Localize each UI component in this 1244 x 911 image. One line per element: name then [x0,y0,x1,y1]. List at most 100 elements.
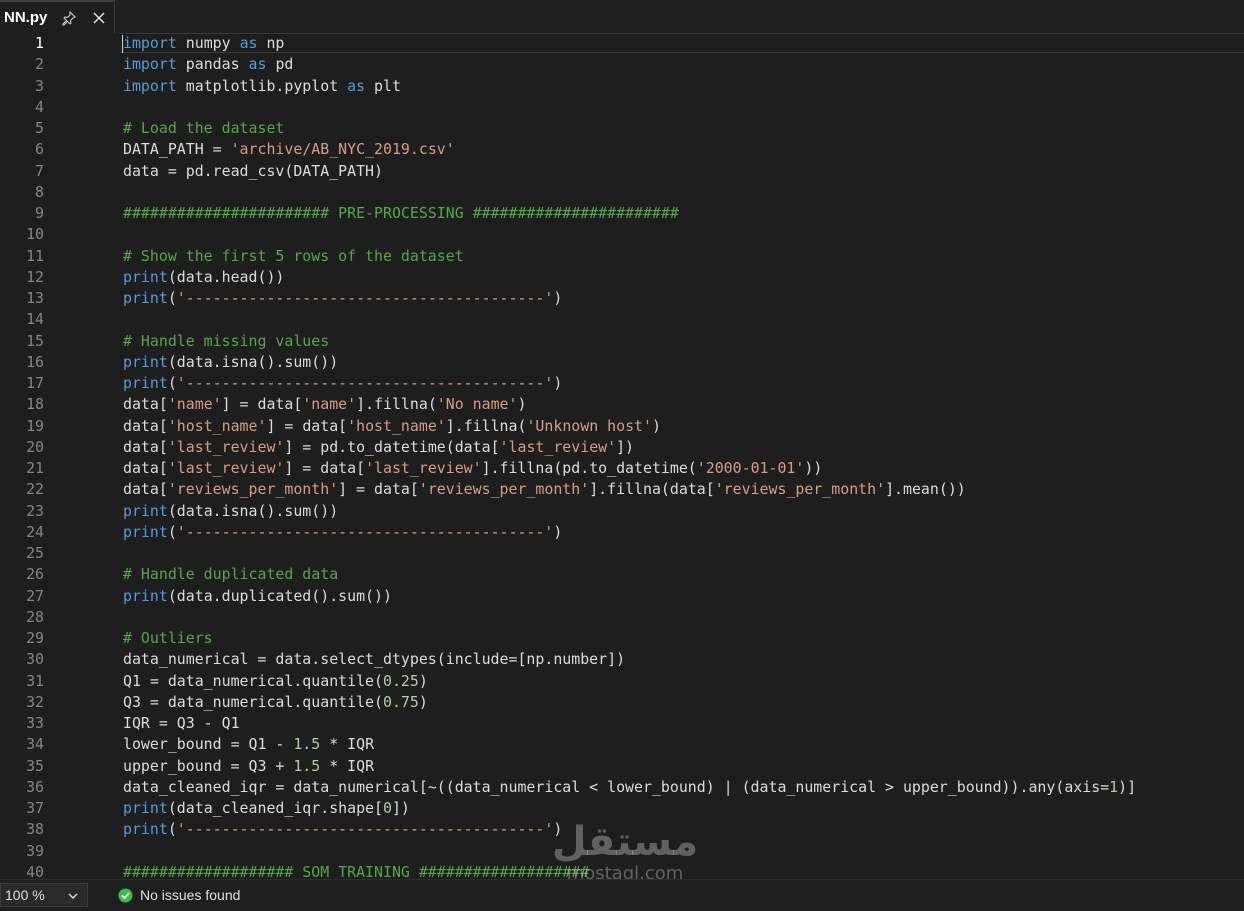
code-text: ################### SOM TRAINING #######… [123,862,590,879]
code-text: print(data_cleaned_iqr.shape[0]) [123,799,410,817]
code-editor[interactable]: 1 import numpy as np 2 import pandas as pd 3… [0,33,1244,879]
code-line: 18 data['name'] = data['name'].fillna('No… [0,394,1244,415]
line-number: 27 [26,586,44,605]
line-number: 32 [26,692,44,711]
code-line: 11 # Show the first 5 rows of the dataset [0,246,1244,267]
line-number: 8 [35,182,44,201]
line-number: 19 [26,416,44,435]
pin-icon[interactable] [61,10,77,26]
tab-nn-py[interactable]: NN.py [0,0,115,33]
code-text: data['host_name'] = data['host_name'].fi… [123,416,661,435]
line-number: 2 [35,55,44,74]
line-number: 12 [26,267,44,286]
code-line: 19 data['host_name'] = data['host_name'].… [0,416,1244,437]
code-line: 37 print(data_cleaned_iqr.shape[0]) [0,798,1244,819]
line-number: 20 [26,437,44,456]
line-number: 23 [26,501,44,520]
code-text: print(data.duplicated().sum()) [123,586,392,605]
code-text: data['last_review'] = data['last_review'… [123,459,823,477]
code-text: data = pd.read_csv(DATA_PATH) [123,161,383,180]
code-text: IQR = Q3 - Q1 [123,714,240,732]
code-line: 13 print('-------------------------------… [0,288,1244,309]
code-text: # Load the dataset [123,119,285,137]
line-number: 5 [35,119,44,137]
code-text: print(data.isna().sum()) [123,501,339,520]
close-icon[interactable] [91,10,107,26]
code-line: 35 upper_bound = Q3 + 1.5 * IQR [0,756,1244,777]
issues-label: No issues found [140,887,241,903]
line-number: 16 [26,352,44,371]
code-line: 9 ####################### PRE-PROCESSING … [0,203,1244,224]
code-line: 29 # Outliers [0,628,1244,649]
watermark-logo: مستقل [551,819,699,865]
line-number: 37 [26,799,44,817]
code-text: DATA_PATH = 'archive/AB_NYC_2019.csv' [123,140,455,159]
code-text: # Handle missing values [123,331,330,350]
line-number: 1 [35,34,44,52]
code-text: print('---------------------------------… [123,820,563,839]
tab-title: NN.py [4,9,48,26]
code-line: 15 # Handle missing values [0,331,1244,352]
code-text: print(data.isna().sum()) [123,352,339,371]
code-line: 3 import matplotlib.pyplot as plt [0,76,1244,97]
code-text: print('---------------------------------… [123,374,563,392]
code-line: 25 [0,543,1244,564]
code-text: # Show the first 5 rows of the dataset [123,246,464,265]
code-line: 23 print(data.isna().sum()) [0,501,1244,522]
code-line: 17 print('-------------------------------… [0,373,1244,394]
code-line: 5 # Load the dataset [0,118,1244,139]
line-number: 11 [26,246,44,265]
code-line: 1 import numpy as np [0,33,1244,54]
zoom-dropdown[interactable]: 100 % [0,883,88,907]
code-text: import matplotlib.pyplot as plt [123,76,401,95]
check-circle-icon [118,888,133,903]
code-text: # Handle duplicated data [123,565,339,584]
line-number: 39 [26,841,44,860]
code-text: ####################### PRE-PROCESSING #… [123,204,679,222]
code-line: 4 [0,97,1244,118]
code-line: 36 data_cleaned_iqr = data_numerical[~((d… [0,777,1244,798]
code-line: 32 Q3 = data_numerical.quantile(0.75) [0,692,1244,713]
line-number: 17 [26,374,44,392]
line-number: 29 [26,629,44,647]
code-line: 2 import pandas as pd [0,54,1244,75]
code-text: upper_bound = Q3 + 1.5 * IQR [123,756,375,775]
code-line: 16 print(data.isna().sum()) [0,352,1244,373]
code-line: 14 [0,309,1244,330]
line-number: 35 [26,756,44,775]
line-number: 14 [26,310,44,329]
code-line: 7 data = pd.read_csv(DATA_PATH) [0,161,1244,182]
code-text: data['last_review'] = pd.to_datetime(dat… [123,437,635,456]
line-number: 4 [35,97,44,116]
line-number: 31 [26,671,44,690]
code-line: 6 DATA_PATH = 'archive/AB_NYC_2019.csv' [0,139,1244,160]
code-text: data_numerical = data.select_dtypes(incl… [123,650,626,669]
line-number: 38 [26,820,44,839]
code-text: import numpy as np [123,34,285,52]
line-number: 10 [26,225,44,244]
code-text: print('---------------------------------… [123,289,563,307]
line-number: 6 [35,140,44,159]
line-number: 33 [26,714,44,732]
code-line: 8 [0,182,1244,203]
code-text: # Outliers [123,629,213,647]
line-number: 24 [26,522,44,541]
line-number: 36 [26,777,44,796]
line-number: 28 [26,607,44,626]
line-number: 15 [26,331,44,350]
code-line: 22 data['reviews_per_month'] = data['revi… [0,479,1244,500]
code-line: 10 [0,224,1244,245]
code-line: 28 [0,607,1244,628]
line-number: 30 [26,650,44,669]
line-number: 7 [35,161,44,180]
tab-strip: NN.py [0,0,1244,34]
line-number: 18 [26,395,44,414]
line-number: 22 [26,480,44,499]
code-line: 34 lower_bound = Q1 - 1.5 * IQR [0,734,1244,755]
code-text: data['reviews_per_month'] = data['review… [123,480,966,499]
line-number: 40 [26,862,44,879]
code-text: lower_bound = Q1 - 1.5 * IQR [123,735,375,754]
line-number: 26 [26,565,44,584]
zoom-level: 100 % [5,887,45,903]
code-line: 27 print(data.duplicated().sum()) [0,586,1244,607]
